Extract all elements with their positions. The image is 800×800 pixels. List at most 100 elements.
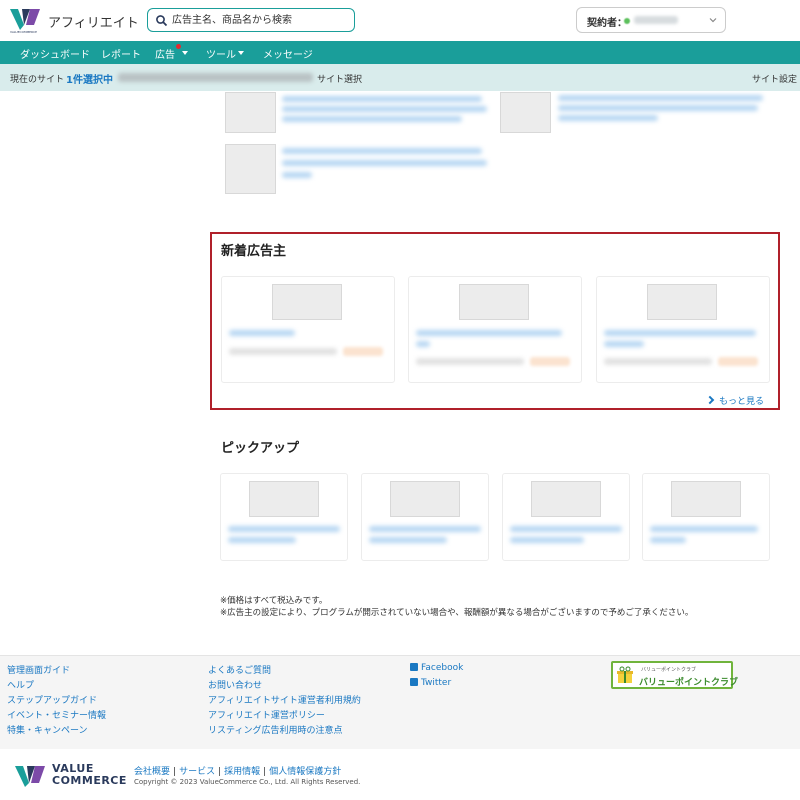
pickup-thumbnail [671, 481, 741, 517]
pickup-text-blurred[interactable] [228, 537, 296, 543]
advertiser-name-blurred[interactable] [416, 341, 430, 347]
campaign-thumbnail[interactable] [225, 92, 276, 133]
copyright: Copyright © 2023 ValueCommerce Co., Ltd.… [134, 778, 361, 786]
footer-link-listing-notes[interactable]: リスティング広告利用時の注意点 [208, 723, 342, 736]
corporate-links: 会社概要 | サービス | 採用情報 | 個人情報保護方針 [134, 764, 341, 777]
separator: | [218, 767, 222, 777]
advertiser-category-blurred [229, 348, 337, 355]
advertiser-name-blurred[interactable] [416, 330, 562, 336]
site-name-blurred [118, 73, 313, 82]
chevron-right-icon [705, 395, 715, 405]
banner-subtitle: バリューポイントクラブ [641, 667, 697, 673]
advertiser-tag-blurred [530, 357, 570, 366]
search-input[interactable] [172, 12, 350, 28]
valuecommerce-logo-icon[interactable] [14, 763, 48, 789]
campaign-text-blurred[interactable] [558, 115, 658, 121]
campaign-thumbnail[interactable] [225, 144, 276, 194]
company-logo-line2: COMMERCE [52, 774, 127, 787]
pickup-text-blurred[interactable] [369, 526, 481, 532]
advertiser-logo [459, 284, 529, 320]
footer-link-terms[interactable]: アフィリエイトサイト運営者利用規約 [208, 693, 361, 706]
svg-text:VALUECOMMERCE: VALUECOMMERCE [10, 30, 37, 34]
separator: | [173, 767, 177, 777]
corp-link-about[interactable]: 会社概要 [134, 767, 170, 777]
more-link[interactable]: もっと見る [705, 394, 765, 407]
campaign-text-blurred[interactable] [282, 106, 487, 112]
advertiser-tag-blurred [343, 347, 383, 356]
account-selector[interactable]: 契約者： [576, 7, 726, 33]
tax-note: ※価格はすべて税込みです。 [220, 596, 328, 606]
campaign-text-blurred[interactable] [282, 148, 482, 154]
nav-ads[interactable]: 広告 [155, 46, 175, 61]
facebook-link[interactable]: Facebook [410, 663, 463, 673]
more-link-label: もっと見る [719, 397, 765, 407]
corp-link-privacy[interactable]: 個人情報保護方針 [269, 767, 341, 777]
site-select-button[interactable]: サイト選択 [317, 72, 362, 85]
pickup-text-blurred[interactable] [510, 526, 622, 532]
nav-tools[interactable]: ツール [206, 46, 236, 61]
twitter-link[interactable]: Twitter [410, 678, 451, 688]
campaign-text-blurred[interactable] [558, 105, 758, 111]
twitter-icon [410, 678, 418, 686]
corp-link-careers[interactable]: 採用情報 [224, 767, 260, 777]
pickup-text-blurred[interactable] [650, 526, 758, 532]
footer-link-admin-guide[interactable]: 管理画面ガイド [7, 663, 70, 676]
campaign-text-blurred[interactable] [282, 96, 482, 102]
pickup-thumbnail [249, 481, 319, 517]
advertiser-category-blurred [416, 358, 524, 365]
campaign-text-blurred[interactable] [282, 172, 312, 178]
brand-text: アフィリエイト [48, 16, 139, 31]
company-logo-text: VALUE COMMERCE [52, 763, 127, 787]
pickup-thumbnail [390, 481, 460, 517]
nav-ads-notification-badge [176, 44, 181, 49]
twitter-label: Twitter [421, 678, 452, 688]
pickup-text-blurred[interactable] [650, 537, 686, 543]
pickup-title: ピックアップ [221, 441, 300, 456]
pickup-text-blurred[interactable] [369, 537, 447, 543]
new-advertisers-title: 新着広告主 [221, 244, 287, 259]
account-label: 契約者： [587, 18, 627, 29]
chevron-down-icon [182, 51, 188, 55]
banner-title: バリューポイントクラブ [639, 678, 739, 688]
footer-link-campaigns[interactable]: 特集・キャンペーン [7, 723, 88, 736]
campaign-text-blurred[interactable] [282, 160, 487, 166]
corp-link-services[interactable]: サービス [179, 767, 215, 777]
advertiser-tag-blurred [718, 357, 758, 366]
footer-link-faq[interactable]: よくあるご質問 [208, 663, 271, 676]
pickup-text-blurred[interactable] [228, 526, 340, 532]
header: VALUECOMMERCE アフィリエイト 契約者： [0, 0, 800, 41]
footer-link-events[interactable]: イベント・セミナー情報 [7, 708, 106, 721]
nav-dashboard[interactable]: ダッシュボード [20, 46, 90, 61]
pickup-thumbnail [531, 481, 601, 517]
nav-report[interactable]: レポート [101, 46, 141, 61]
valuecommerce-logo-icon[interactable]: VALUECOMMERCE [8, 6, 44, 34]
footer-link-help[interactable]: ヘルプ [7, 678, 34, 691]
main-nav: ダッシュボード レポート 広告 ツール メッセージ [0, 41, 800, 64]
search-box[interactable] [147, 8, 355, 32]
advertiser-category-blurred [604, 358, 712, 365]
pickup-text-blurred[interactable] [510, 537, 584, 543]
chevron-down-icon [238, 51, 244, 55]
gift-icon [617, 666, 633, 683]
site-settings-link[interactable]: サイト設定 [752, 72, 797, 85]
nav-messages[interactable]: メッセージ [263, 46, 313, 61]
advertiser-logo [272, 284, 342, 320]
advertiser-name-blurred[interactable] [229, 330, 295, 336]
campaign-text-blurred[interactable] [282, 116, 462, 122]
selected-site-count: 1件選択中 [66, 75, 113, 86]
search-icon [156, 15, 168, 27]
footer-link-contact[interactable]: お問い合わせ [208, 678, 262, 691]
advertiser-name-blurred[interactable] [604, 341, 644, 347]
advertiser-logo [647, 284, 717, 320]
footer-link-policy[interactable]: アフィリエイト運営ポリシー [208, 708, 325, 721]
account-name-blurred [634, 16, 678, 24]
advertiser-name-blurred[interactable] [604, 330, 756, 336]
facebook-icon [410, 663, 418, 671]
campaign-text-blurred[interactable] [558, 95, 763, 101]
value-point-club-banner[interactable]: バリューポイントクラブ バリューポイントクラブ [611, 661, 738, 689]
disclaimer-note: ※広告主の設定により、プログラムが開示されていない場合や、報酬額が異なる場合がご… [220, 608, 694, 618]
campaign-thumbnail[interactable] [500, 92, 551, 133]
footer-link-stepup-guide[interactable]: ステップアップガイド [7, 693, 97, 706]
facebook-label: Facebook [421, 663, 464, 673]
chevron-down-icon [709, 18, 717, 23]
